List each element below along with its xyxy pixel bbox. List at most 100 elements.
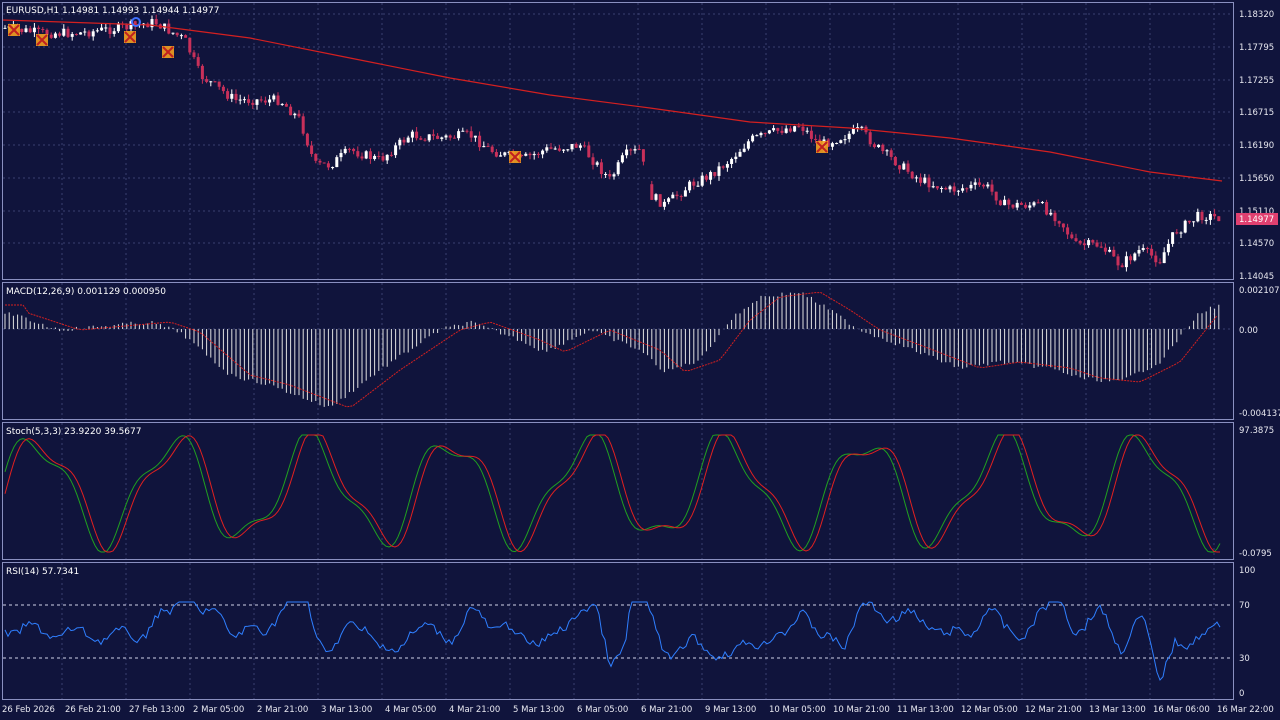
candle-body	[776, 128, 780, 131]
candle-body	[322, 162, 326, 164]
candle-body	[709, 172, 713, 180]
candle-body	[1108, 249, 1112, 252]
candle-body	[1129, 256, 1133, 261]
candle-body	[1061, 223, 1065, 228]
time-tick: 11 Mar 13:00	[897, 705, 954, 715]
candle-body	[213, 81, 217, 83]
candle-body	[700, 175, 704, 186]
candle-body	[305, 133, 309, 146]
candle-body	[872, 144, 876, 148]
candle-body	[108, 27, 112, 34]
candle-body	[230, 93, 234, 99]
candle-body	[1032, 202, 1036, 206]
candle-body	[1057, 221, 1061, 224]
candle-body	[326, 163, 330, 168]
candle-body	[780, 130, 784, 133]
candle-body	[688, 181, 692, 191]
candle-body	[41, 29, 45, 31]
candle-body	[402, 139, 406, 143]
candle-body	[104, 27, 108, 29]
candle-body	[381, 156, 385, 161]
candle-body	[1141, 247, 1145, 251]
candle-body	[654, 194, 658, 200]
candle-body	[389, 154, 393, 156]
candle-body	[87, 31, 91, 37]
candle-body	[70, 34, 74, 37]
candle-body	[562, 149, 566, 151]
candle-body	[692, 181, 696, 186]
price-tick: 1.16715	[1239, 108, 1274, 118]
candle-body	[1045, 202, 1049, 215]
candle-body	[704, 175, 708, 180]
stochastic-plot	[4, 434, 1221, 553]
stoch-axis: 97.3875 -0.0795	[1239, 426, 1274, 559]
price-axis: 1.18320 1.17795 1.17255 1.16715 1.16190 …	[1239, 10, 1274, 282]
candle-body	[297, 113, 301, 117]
candle-body	[494, 152, 498, 157]
candle-body	[725, 163, 729, 168]
candle-body	[473, 135, 477, 138]
candle-body	[79, 32, 83, 35]
candle-body	[478, 135, 482, 148]
time-tick: 12 Mar 21:00	[1025, 705, 1082, 715]
time-tick: 10 Mar 21:00	[833, 705, 890, 715]
candle-body	[1078, 241, 1082, 244]
candle-body	[1011, 204, 1015, 208]
candle-body	[784, 128, 788, 133]
candle-body	[356, 151, 360, 157]
candle-body	[53, 33, 57, 38]
time-tick: 2 Mar 05:00	[193, 705, 244, 715]
candle-body	[931, 186, 935, 188]
candle-body	[1040, 202, 1044, 204]
candle-body	[242, 99, 246, 101]
candle-body	[1145, 247, 1149, 249]
candle-body	[604, 174, 608, 176]
rsi-panel-frame	[2, 562, 1234, 700]
current-price-label: 1.14977	[1239, 215, 1274, 225]
candle-body	[1007, 199, 1011, 205]
candle-body	[331, 167, 335, 169]
candle-body	[683, 190, 687, 197]
candle-body	[1196, 211, 1200, 222]
candle-body	[721, 166, 725, 168]
candle-body	[658, 194, 662, 207]
candle-body	[423, 139, 427, 141]
symbol-label: EURUSD,H1 1.14981 1.14993 1.14944 1.1497…	[6, 6, 219, 16]
candle-body	[347, 148, 351, 150]
candle-body	[608, 174, 612, 177]
price-candles[interactable]	[3, 14, 1221, 272]
time-tick: 26 Feb 21:00	[65, 705, 121, 715]
candle-body	[1053, 212, 1057, 222]
candle-body	[427, 134, 431, 141]
candle-body	[1082, 243, 1086, 246]
candle-body	[801, 126, 805, 131]
candle-body	[167, 23, 171, 34]
candle-body	[1095, 242, 1099, 247]
candle-body	[352, 148, 356, 152]
stoch-panel-frame	[2, 422, 1234, 560]
candle-body	[62, 28, 66, 36]
candle-body	[247, 99, 251, 103]
trading-chart[interactable]: EURUSD,H1 1.14981 1.14993 1.14944 1.1497…	[0, 0, 1280, 720]
candle-body	[415, 131, 419, 139]
candle-body	[805, 130, 809, 132]
candle-body	[217, 81, 221, 87]
candle-body	[1120, 265, 1124, 268]
candle-body	[1066, 227, 1070, 235]
candle-body	[1208, 213, 1212, 220]
candle-body	[251, 102, 255, 105]
price-tick: 1.16190	[1239, 141, 1274, 151]
candle-body	[83, 31, 87, 33]
candle-body	[587, 145, 591, 158]
candle-body	[293, 113, 297, 116]
candle-body	[570, 143, 574, 150]
candle-body	[667, 198, 671, 202]
candle-body	[66, 28, 70, 37]
candle-body	[914, 177, 918, 179]
candle-body	[898, 165, 902, 170]
candle-body	[280, 103, 284, 105]
candle-body	[1036, 202, 1040, 204]
time-tick: 13 Mar 13:00	[1089, 705, 1146, 715]
price-tick: 1.15650	[1239, 174, 1274, 184]
candle-body	[1217, 216, 1221, 222]
